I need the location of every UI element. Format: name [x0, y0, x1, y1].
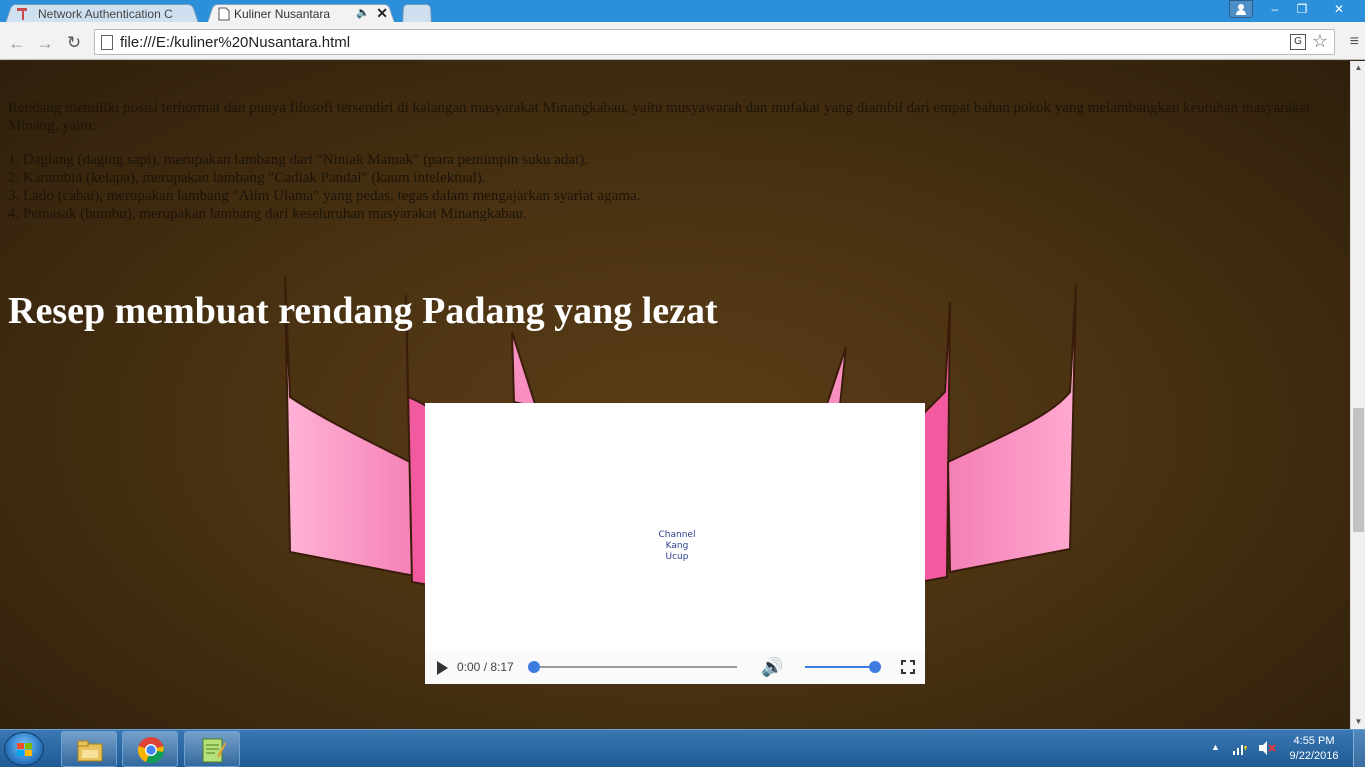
new-tab-button[interactable] — [402, 2, 432, 26]
volume-muted-icon[interactable] — [1258, 740, 1276, 756]
scrollbar-thumb[interactable] — [1353, 408, 1364, 532]
video-player[interactable]: Channel Kang Ucup 0:00 / 8:17 🔊 — [425, 403, 925, 684]
taskbar-chrome[interactable] — [122, 731, 178, 767]
clock-time: 4:55 PM — [1293, 735, 1335, 747]
browser-title-bar: Network Authentication C Kuliner Nusanta… — [0, 0, 1365, 26]
user-icon — [1236, 4, 1246, 15]
forward-button[interactable]: → — [34, 32, 56, 54]
show-desktop-button[interactable] — [1353, 730, 1365, 767]
list-item: 2. Karambia (kelapa), merupakan lambang … — [8, 170, 486, 186]
watermark-line: Kang Ucup — [665, 541, 689, 562]
folder-icon — [77, 740, 103, 762]
chrome-logo-icon — [137, 737, 165, 764]
page-scrollbar[interactable]: ▲ ▼ — [1350, 61, 1365, 729]
list-item: 4. Pemasak (bumbu), merupakan lambang da… — [8, 206, 527, 222]
network-icon[interactable] — [1232, 742, 1248, 756]
user-profile-icon[interactable] — [1229, 0, 1253, 18]
chrome-menu-icon[interactable]: ≡ — [1350, 34, 1359, 50]
windows-taskbar: ▲ 4:55 PM 9/22/2016 — [0, 729, 1365, 767]
page-icon — [101, 35, 113, 50]
close-window-button[interactable]: ✕ — [1316, 0, 1362, 18]
video-time: 0:00 / 8:17 — [457, 660, 514, 674]
tab-audio-icon[interactable]: 🔈 — [356, 6, 370, 19]
start-button[interactable] — [4, 732, 44, 766]
notepad-plus-icon — [202, 738, 226, 763]
tab-label: Kuliner Nusantara — [234, 7, 331, 21]
video-screen[interactable]: Channel Kang Ucup — [425, 403, 925, 651]
video-controls: 0:00 / 8:17 🔊 — [425, 651, 925, 684]
volume-slider[interactable] — [805, 666, 875, 668]
scroll-down-arrow-icon[interactable]: ▼ — [1351, 715, 1365, 729]
translate-icon[interactable]: G — [1290, 34, 1306, 50]
taskbar-clock[interactable]: 4:55 PM 9/22/2016 — [1284, 734, 1344, 764]
recipe-heading: Resep membuat rendang Padang yang lezat — [8, 290, 718, 332]
address-bar[interactable]: G ☆ — [94, 29, 1335, 55]
volume-handle[interactable] — [869, 661, 881, 673]
university-favicon-icon — [17, 8, 27, 20]
watermark-line: Channel — [658, 530, 696, 540]
bookmark-star-icon[interactable]: ☆ — [1312, 31, 1328, 52]
fullscreen-icon[interactable] — [901, 660, 915, 674]
reload-button[interactable]: ↻ — [63, 32, 85, 54]
list-item: 3. Lado (cabai), merupakan lambang "Alim… — [8, 188, 641, 204]
seek-bar[interactable] — [532, 666, 737, 668]
tab-shape — [402, 4, 432, 26]
show-hidden-icons-icon[interactable]: ▲ — [1211, 742, 1220, 752]
taskbar-notepad-plus[interactable] — [184, 731, 240, 767]
minimize-button[interactable]: – — [1262, 0, 1288, 18]
scroll-up-arrow-icon[interactable]: ▲ — [1351, 61, 1365, 75]
intro-paragraph: Rendang memiliki posisi terhormat dan pu… — [8, 100, 1311, 134]
volume-icon[interactable]: 🔊 — [761, 657, 783, 678]
list-item: 1. Dagiang (daging sapi), merupakan lamb… — [8, 152, 588, 168]
clock-date: 9/22/2016 — [1289, 750, 1339, 762]
tab-label: Network Authentication C — [38, 7, 173, 21]
tab-close-icon[interactable]: ✕ — [376, 5, 388, 22]
taskbar-file-explorer[interactable] — [61, 731, 117, 767]
back-button[interactable]: ← — [6, 32, 28, 54]
page-viewport: Rendang memiliki posisi terhormat dan pu… — [0, 61, 1350, 729]
tab-kuliner-nusantara[interactable]: Kuliner Nusantara 🔈 ✕ — [206, 2, 396, 26]
maximize-button[interactable]: ❐ — [1289, 0, 1315, 18]
windows-logo-icon — [17, 743, 32, 756]
page-favicon-icon — [218, 7, 230, 21]
url-input[interactable] — [120, 32, 1270, 52]
play-icon[interactable] — [437, 661, 448, 675]
philosophy-list: 1. Dagiang (daging sapi), merupakan lamb… — [8, 151, 1328, 223]
seek-handle[interactable] — [528, 661, 540, 673]
tab-network-authentication[interactable]: Network Authentication C — [4, 2, 200, 26]
channel-watermark: Channel Kang Ucup — [653, 530, 701, 563]
browser-toolbar: ← → ↻ G ☆ ≡ — [0, 26, 1365, 60]
